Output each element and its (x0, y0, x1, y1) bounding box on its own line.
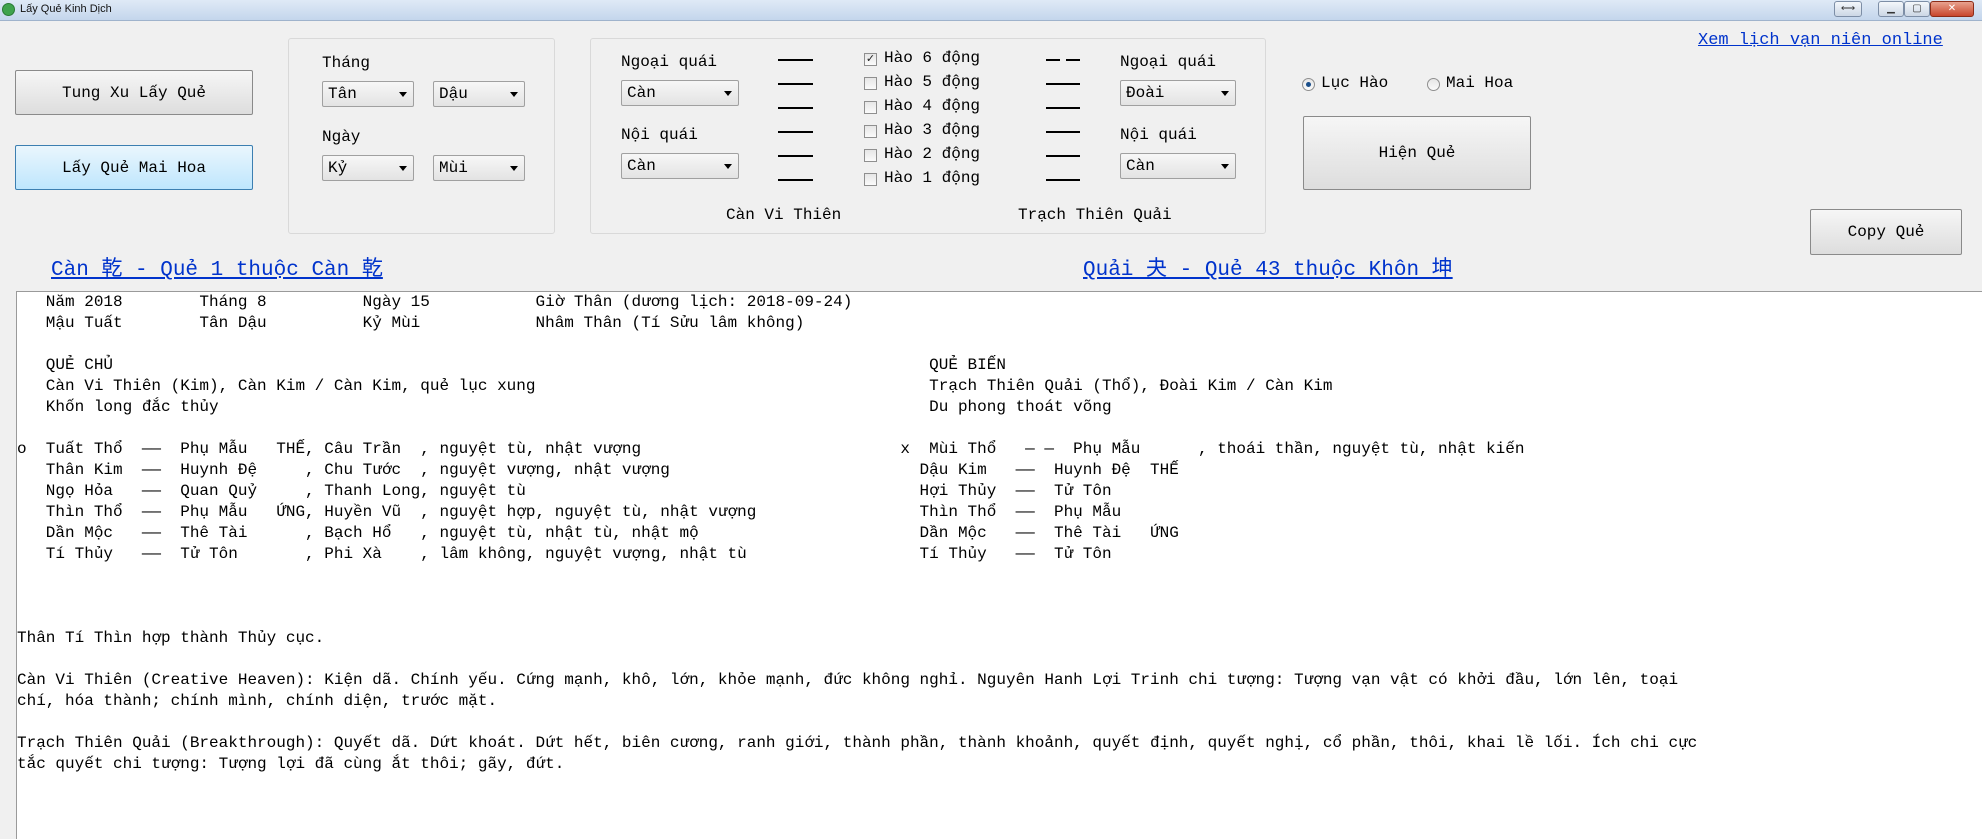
result-line: Thìn Thổ —— Phụ Mẫu ỨNG, Huyền Vũ , nguy… (17, 503, 1122, 521)
thang-label: Tháng (322, 54, 371, 72)
que-bien-link[interactable]: Quải 夬 - Quẻ 43 thuộc Khôn 坤 (1083, 252, 1453, 282)
hao-4-checkbox[interactable] (864, 101, 877, 114)
result-line: Càn Vi Thiên (Kim), Càn Kim / Càn Kim, q… (17, 377, 1333, 395)
left-noi-quai-select[interactable]: Càn (621, 153, 739, 179)
hao-5-checkbox[interactable] (864, 77, 877, 90)
result-line: Khốn long đắc thủy Du phong thoát võng (17, 398, 1112, 416)
maximize-button[interactable]: ▢ (1904, 1, 1930, 17)
hao-6-checkbox[interactable]: ✓ (864, 53, 877, 66)
left-noi-quai-label: Nội quái (621, 126, 698, 144)
result-line: Thân Kim —— Huynh Đệ , Chu Tước , nguyệt… (17, 461, 1179, 479)
close-button[interactable]: ✕ (1930, 1, 1974, 17)
hexagram-line (1046, 179, 1080, 181)
result-line: Trạch Thiên Quải (Breakthrough): Quyết d… (17, 734, 1698, 752)
hien-que-button[interactable]: Hiện Quẻ (1303, 116, 1531, 190)
mai-hoa-label: Mai Hoa (1446, 74, 1514, 92)
que-chu-link[interactable]: Càn 乾 - Quẻ 1 thuộc Càn 乾 (51, 252, 383, 282)
hao-2-label: Hào 2 động (884, 145, 981, 163)
result-line: chí, hóa thành; chính mình, chính diện, … (17, 692, 498, 710)
result-line: Mậu Tuất Tân Dậu Kỷ Mùi Nhâm Thân (Tí Sử… (17, 314, 805, 332)
hexagram-line (778, 83, 813, 85)
window-title: Lấy Quẻ Kinh Dịch (20, 3, 112, 15)
result-line: Càn Vi Thiên (Creative Heaven): Kiện dã.… (17, 671, 1679, 689)
result-line: Tí Thủy —— Tử Tôn , Phi Xà , lâm không, … (17, 545, 1112, 563)
ngay-label: Ngày (322, 128, 361, 146)
result-line: Thân Tí Thìn hợp thành Thủy cục. (17, 629, 325, 647)
result-line: tắc quyết chi tượng: Tượng lợi đã cùng ắ… (17, 755, 565, 773)
left-ngoai-quai-label: Ngoại quái (621, 53, 718, 71)
thang-chi-select[interactable]: Dậu (433, 81, 525, 107)
luc-hao-radio[interactable] (1302, 78, 1315, 91)
right-ngoai-quai-label: Ngoại quái (1120, 53, 1217, 71)
hao-2-checkbox[interactable] (864, 149, 877, 162)
result-textarea[interactable]: Năm 2018 Tháng 8 Ngày 15 Giờ Thân (dương… (16, 291, 1982, 839)
result-line: Năm 2018 Tháng 8 Ngày 15 Giờ Thân (dương… (17, 293, 853, 311)
right-ngoai-quai-select[interactable]: Đoài (1120, 80, 1236, 106)
hao-3-checkbox[interactable] (864, 125, 877, 138)
hao-1-label: Hào 1 động (884, 169, 981, 187)
right-que-name: Trạch Thiên Quải (1018, 206, 1172, 224)
hao-3-label: Hào 3 động (884, 121, 981, 139)
mai-hoa-radio[interactable] (1427, 78, 1440, 91)
hexagram-line (778, 59, 813, 61)
hexagram-line (778, 131, 813, 133)
chevron-down-icon (399, 92, 407, 97)
minimize-button[interactable]: ▁ (1878, 1, 1904, 17)
hao-4-label: Hào 4 động (884, 97, 981, 115)
hao-6-label: Hào 6 động (884, 49, 981, 67)
left-que-name: Càn Vi Thiên (726, 206, 842, 224)
lich-van-nien-link[interactable]: Xem lịch vạn niên online (1698, 31, 1943, 50)
chevron-down-icon (724, 164, 732, 169)
ngay-can-select[interactable]: Kỷ (322, 155, 414, 181)
lay-que-mai-hoa-button[interactable]: Lấy Quẻ Mai Hoa (15, 145, 253, 190)
chevron-down-icon (510, 92, 518, 97)
copy-que-button[interactable]: Copy Quẻ (1810, 209, 1962, 255)
hexagram-line (1046, 155, 1080, 157)
chevron-down-icon (1221, 164, 1229, 169)
hexagram-line (1066, 59, 1080, 61)
hexagram-line (1046, 107, 1080, 109)
right-noi-quai-select[interactable]: Càn (1120, 153, 1236, 179)
hao-1-checkbox[interactable] (864, 173, 877, 186)
chevron-down-icon (1221, 91, 1229, 96)
ngay-chi-select[interactable]: Mùi (433, 155, 525, 181)
chevron-down-icon (510, 166, 518, 171)
hexagram-line (778, 179, 813, 181)
chevron-down-icon (399, 166, 407, 171)
hexagram-line (778, 155, 813, 157)
result-line: Dần Mộc —— Thê Tài , Bạch Hổ , nguyệt tù… (17, 524, 1179, 542)
help-button[interactable]: ⟷ (1834, 1, 1862, 17)
hexagram-line (1046, 131, 1080, 133)
chevron-down-icon (724, 91, 732, 96)
result-line: o Tuất Thổ —— Phụ Mẫu THẾ, Câu Trần , ng… (17, 440, 1525, 458)
result-line: QUẺ CHỦ QUẺ BIẾN (17, 356, 1006, 374)
title-bar: Lấy Quẻ Kinh Dịch ⟷ ▁ ▢ ✕ (0, 0, 1982, 21)
app-icon (2, 3, 15, 16)
result-line: Ngọ Hỏa —— Quan Quỷ , Thanh Long, nguyệt… (17, 482, 1112, 500)
right-noi-quai-label: Nội quái (1120, 126, 1197, 144)
luc-hao-label: Lục Hào (1321, 74, 1389, 92)
hexagram-line (778, 107, 813, 109)
thang-can-select[interactable]: Tân (322, 81, 414, 107)
hexagram-line (1046, 59, 1060, 61)
left-ngoai-quai-select[interactable]: Càn (621, 80, 739, 106)
hao-5-label: Hào 5 động (884, 73, 981, 91)
tung-xu-button[interactable]: Tung Xu Lấy Quẻ (15, 70, 253, 115)
hexagram-line (1046, 83, 1080, 85)
